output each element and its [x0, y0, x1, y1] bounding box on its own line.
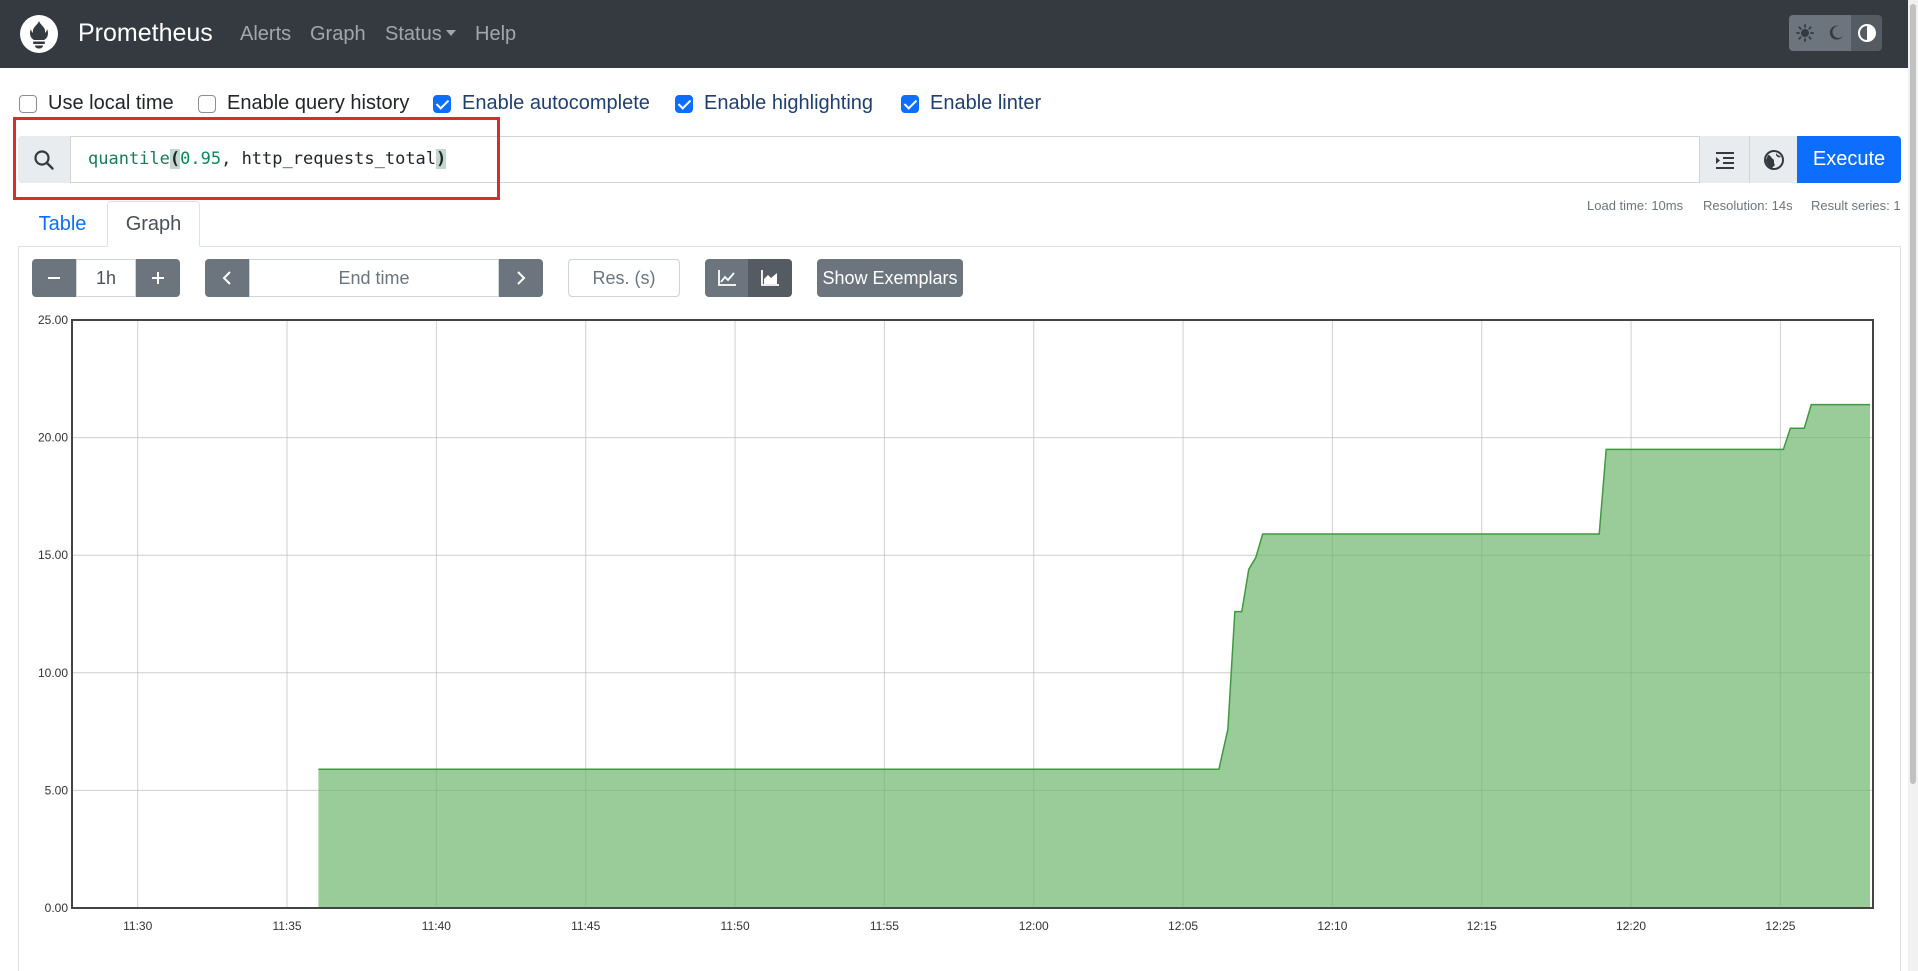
x-tick-label: 12:10	[1317, 919, 1347, 933]
x-tick-label: 12:15	[1467, 919, 1497, 933]
x-tick-label: 11:55	[870, 919, 899, 933]
y-tick-label: 5.00	[45, 783, 69, 797]
y-tick-label: 20.00	[38, 431, 68, 445]
x-tick-label: 11:30	[123, 919, 152, 933]
y-tick-label: 15.00	[38, 548, 68, 562]
x-tick-label: 12:25	[1765, 919, 1795, 933]
series-area[interactable]	[318, 404, 1871, 908]
y-tick-label: 25.00	[38, 313, 68, 327]
x-tick-label: 12:05	[1168, 919, 1198, 933]
y-tick-label: 10.00	[38, 666, 68, 680]
x-tick-label: 11:35	[272, 919, 301, 933]
y-tick-label: 0.00	[45, 901, 69, 915]
x-tick-label: 11:40	[422, 919, 451, 933]
x-tick-label: 12:00	[1019, 919, 1049, 933]
x-tick-label: 11:45	[571, 919, 600, 933]
x-tick-label: 12:20	[1616, 919, 1646, 933]
graph-chart: 0.00 5.00 10.00 15.00 20.00 25.00 11:30 11:35 11…	[38, 313, 1874, 933]
x-tick-label: 11:50	[720, 919, 749, 933]
